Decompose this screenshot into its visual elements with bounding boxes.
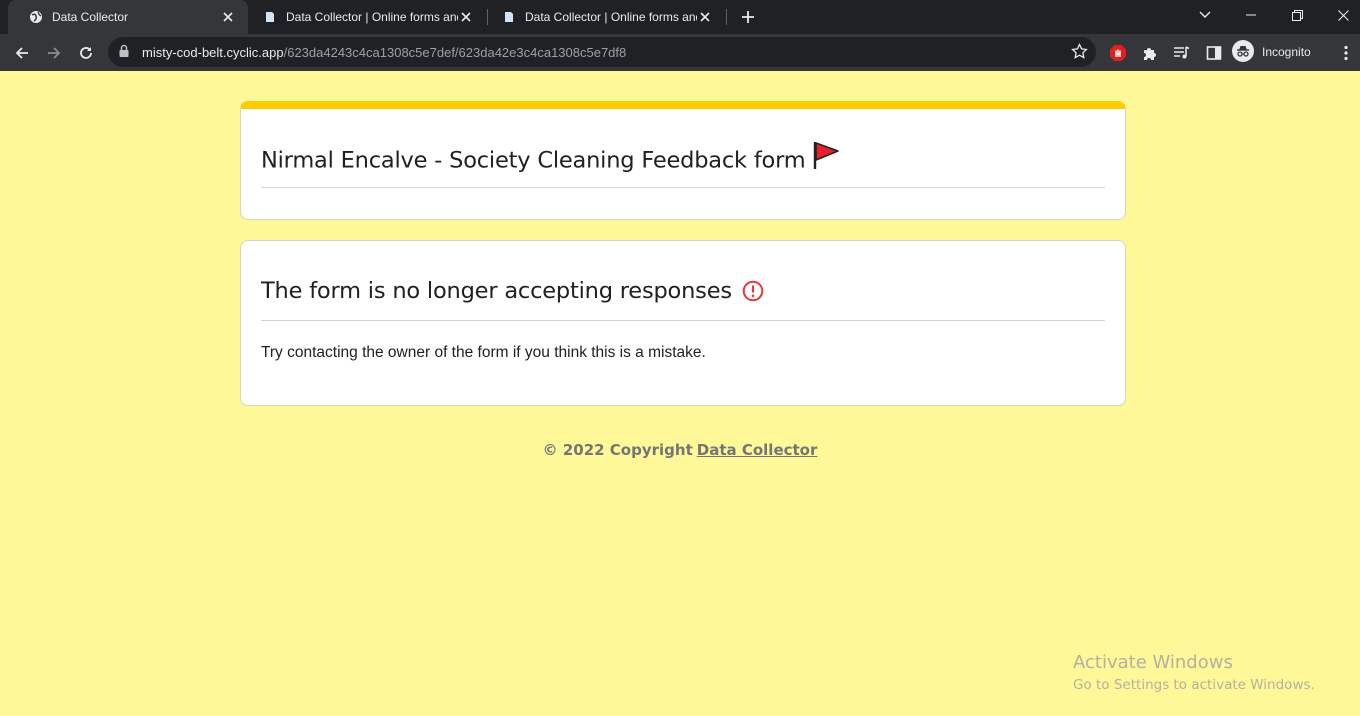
bookmark-star-icon[interactable] (1071, 42, 1088, 65)
incognito-indicator[interactable]: Incognito (1232, 39, 1311, 65)
notice-message: Try contacting the owner of the form if … (261, 344, 706, 361)
tab-strip: Data Collector Data Collector | Online f… (0, 0, 1360, 34)
form-title: Nirmal Encalve - Society Cleaning Feedba… (261, 147, 806, 174)
chevron-down-icon (1199, 11, 1211, 18)
activate-windows-watermark: Activate Windows Go to Settings to activ… (1073, 652, 1315, 693)
url-path: /623da4243c4ca1308c5e7def/623da42e3c4ca1… (283, 45, 627, 60)
arrow-right-icon (48, 47, 61, 59)
copyright-text: © 2022 Copyright (542, 441, 693, 459)
close-icon[interactable] (697, 9, 713, 25)
tab-online-forms-1[interactable]: Data Collector | Online forms and (248, 0, 486, 34)
footer: © 2022 Copyright Data Collector (0, 441, 1360, 459)
restore-icon (1291, 9, 1303, 21)
profile-label: Incognito (1262, 45, 1311, 59)
incognito-icon (1232, 39, 1254, 65)
browser-toolbar: misty-cod-belt.cyclic.app/623da4243c4ca1… (0, 34, 1360, 71)
restore-button[interactable] (1274, 0, 1320, 30)
red-flag-icon (811, 140, 841, 176)
puzzle-extensions-icon[interactable] (1138, 41, 1162, 65)
reload-icon (80, 47, 92, 59)
new-tab-button[interactable] (738, 7, 758, 27)
tab-data-collector[interactable]: Data Collector (8, 0, 248, 34)
more-menu-icon[interactable] (1334, 41, 1358, 65)
notice-heading: The form is no longer accepting response… (261, 278, 732, 304)
close-icon (1337, 9, 1349, 21)
reload-button[interactable] (72, 39, 100, 67)
tab-online-forms-2[interactable]: Data Collector | Online forms and (487, 0, 725, 34)
side-panel-icon[interactable] (1202, 41, 1226, 65)
alert-circle-icon (742, 280, 764, 307)
minimize-icon (1246, 14, 1256, 16)
close-icon[interactable] (220, 9, 236, 25)
media-playlist-icon[interactable] (1170, 41, 1194, 65)
form-header-card: Nirmal Encalve - Society Cleaning Feedba… (240, 101, 1126, 220)
url-text: misty-cod-belt.cyclic.app/623da4243c4ca1… (142, 45, 626, 60)
notice-divider (261, 320, 1105, 321)
data-collector-link[interactable]: Data Collector (697, 441, 818, 459)
url-host: misty-cod-belt.cyclic.app (142, 45, 284, 60)
page-icon (262, 9, 278, 25)
watermark-subtitle: Go to Settings to activate Windows. (1073, 677, 1315, 693)
forward-button[interactable] (40, 39, 68, 67)
tab-title: Data Collector | Online forms and (525, 10, 697, 24)
back-button[interactable] (8, 39, 36, 67)
address-bar[interactable]: misty-cod-belt.cyclic.app/623da4243c4ca1… (108, 37, 1096, 67)
extension-adblock-icon[interactable] (1106, 41, 1130, 65)
tab-search-button[interactable] (1182, 0, 1228, 30)
header-divider (261, 187, 1105, 188)
minimize-button[interactable] (1228, 0, 1274, 30)
form-title-line: Nirmal Encalve - Society Cleaning Feedba… (261, 142, 841, 176)
closed-notice-card: The form is no longer accepting response… (240, 240, 1126, 406)
tab-separator (726, 9, 727, 25)
close-window-button[interactable] (1320, 0, 1360, 30)
watermark-title: Activate Windows (1073, 652, 1233, 673)
tab-title: Data Collector | Online forms and (286, 10, 458, 24)
tab-title: Data Collector (52, 10, 129, 24)
globe-icon (28, 9, 44, 25)
arrow-left-icon (15, 47, 28, 59)
plus-icon (742, 11, 754, 23)
close-icon[interactable] (458, 9, 474, 25)
page-icon (501, 9, 517, 25)
lock-icon[interactable] (118, 44, 130, 63)
